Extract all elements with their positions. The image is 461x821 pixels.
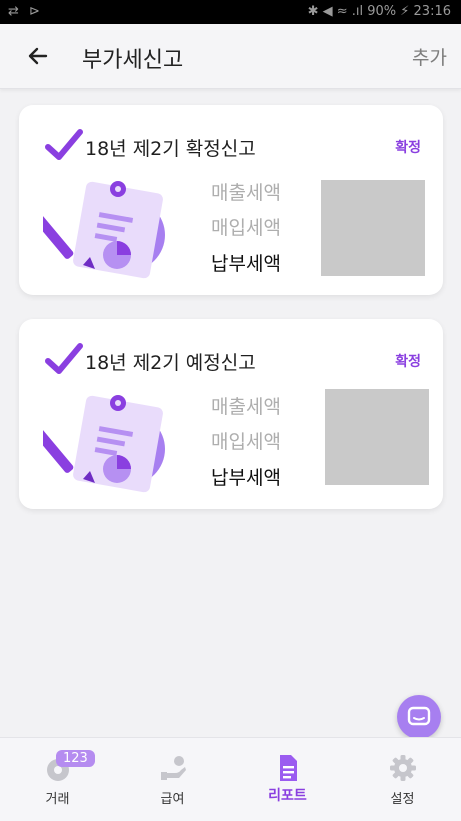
page-title: 부가세신고 [82,48,184,73]
card-title: 18년 제2기 확정신고 [85,138,256,160]
add-button[interactable]: 추가 [412,43,447,70]
tab-label: 거래 [45,792,70,807]
payable-tax-label: 납부세액 [211,253,281,275]
app-bar: 부가세신고 추가 [0,24,461,89]
check-icon [45,343,83,374]
report-card-preliminary[interactable]: 18년 제2기 예정신고 확정 매출세액 매입세액 납부세액 [19,319,443,509]
chat-button[interactable] [397,695,441,739]
tab-transactions[interactable]: 123 거래 [0,738,115,821]
tab-report[interactable]: 리포트 [230,738,345,821]
status-bar: ⇄ ⊳ ✱ ◀ ≈ .ıl 90% ⚡ 23:16 [0,0,461,24]
status-badge[interactable]: 확정 [395,351,421,371]
status-left-icons: ⇄ ⊳ [8,4,43,19]
tab-settings[interactable]: 설정 [345,738,460,821]
tab-payroll[interactable]: 급여 [115,738,230,821]
tab-label: 급여 [160,792,185,807]
bottom-nav: 123 거래 급여 리포트 설정 [0,737,461,821]
chat-icon [407,706,431,726]
check-icon [45,129,83,160]
report-illustration-icon [43,181,165,279]
gear-icon [390,755,416,781]
amount-placeholder [321,180,425,276]
report-card-final[interactable]: 18년 제2기 확정신고 확정 매출세액 매입세액 납부세액 [19,105,443,295]
status-badge[interactable]: 확정 [395,137,421,157]
tab-label: 설정 [390,792,415,807]
sales-tax-label: 매출세액 [211,182,281,204]
report-illustration-icon [43,395,165,493]
purchase-tax-label: 매입세액 [211,431,281,453]
document-icon [280,755,297,781]
card-title: 18년 제2기 예정신고 [85,352,256,374]
back-arrow-icon[interactable] [24,42,52,70]
purchase-tax-label: 매입세액 [211,217,281,239]
tab-label: 리포트 [268,788,307,804]
payable-tax-label: 납부세액 [211,467,281,489]
amount-placeholder [325,389,429,485]
sales-tax-label: 매출세액 [211,396,281,418]
transaction-count-badge: 123 [56,750,95,767]
hand-money-icon [161,756,186,780]
status-right-info: ✱ ◀ ≈ .ıl 90% ⚡ 23:16 [307,4,451,19]
